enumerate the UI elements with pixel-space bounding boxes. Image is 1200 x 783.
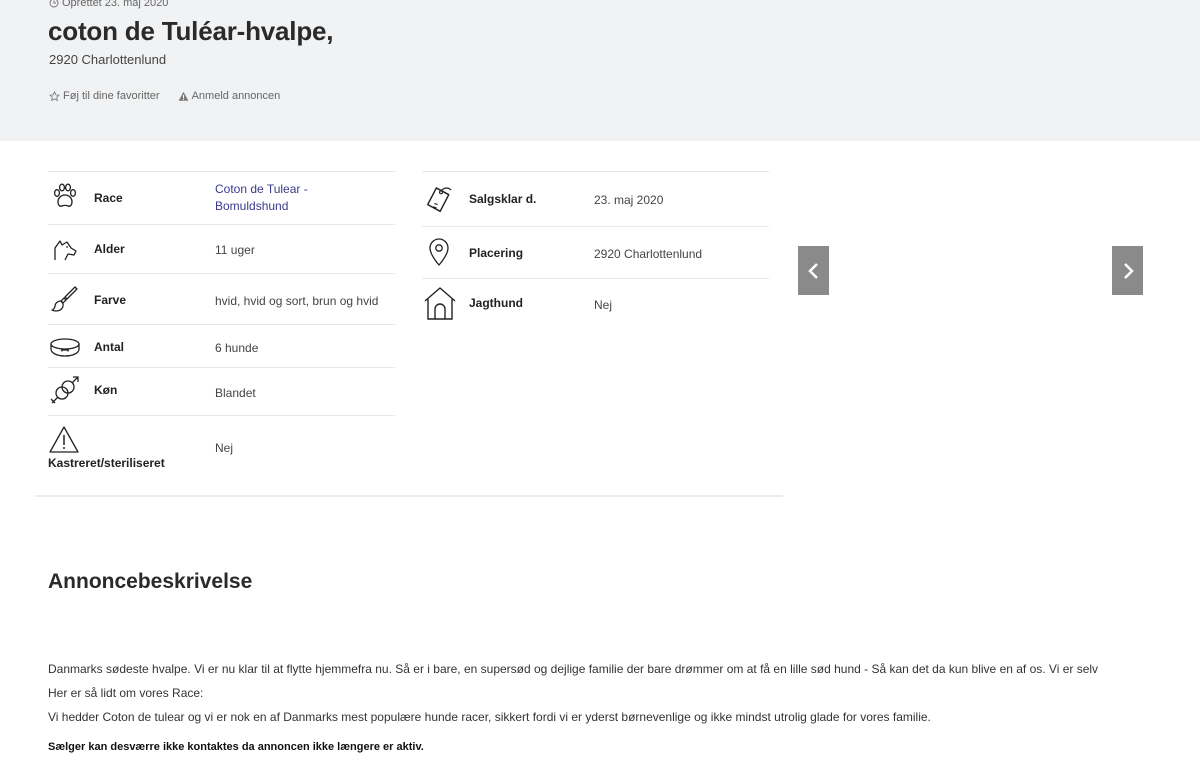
add-favorite-button[interactable]: Føj til dine favoritter — [49, 90, 160, 102]
attribute-value: Nej — [215, 441, 234, 455]
doghouse-icon — [424, 287, 456, 320]
report-ad-label: Anmeld annoncen — [191, 90, 281, 102]
attribute-value-race-link[interactable]: Coton de Tulear - Bomuldshund — [215, 181, 325, 215]
attribute-row-count: Antal 6 hunde — [48, 324, 395, 367]
gender-icon — [50, 376, 79, 404]
description-line: Vi hedder Coton de tulear og vi er nok e… — [48, 710, 931, 724]
attribute-value: Blandet — [215, 386, 256, 400]
attribute-row-gender: Køn Blandet — [48, 367, 395, 415]
section-divider — [35, 495, 783, 497]
location-pin-icon — [429, 238, 449, 266]
dog-tag-icon — [427, 187, 452, 213]
attribute-value: Nej — [594, 298, 613, 312]
attribute-label: Antal — [94, 340, 124, 354]
attribute-row-location: Placering 2920 Charlottenlund — [422, 226, 769, 278]
warning-small-icon — [178, 91, 188, 101]
attribute-label: Race — [94, 191, 123, 205]
page-title: coton de Tuléar-hvalpe, — [48, 16, 334, 46]
ad-header: Oprettet 23. maj 2020 coton de Tuléar-hv… — [0, 0, 1200, 141]
created-date: Oprettet 23. maj 2020 — [49, 0, 168, 9]
gallery-next-button[interactable] — [1112, 246, 1143, 295]
attribute-row-color: Farve hvid, hvid og sort, brun og hvid — [48, 273, 395, 324]
attributes-right: Salgsklar d. 23. maj 2020 Placering 2920… — [422, 171, 769, 326]
attribute-row-neutered: Kastreret/steriliseret Nej — [48, 415, 395, 473]
attributes-left: Race Coton de Tulear - Bomuldshund Alder… — [48, 171, 395, 473]
attribute-row-hunting-dog: Jagthund Nej — [422, 278, 769, 326]
brush-icon — [51, 286, 78, 312]
attribute-label: Placering — [469, 246, 524, 260]
attribute-value: 6 hunde — [215, 341, 259, 355]
attribute-label: Alder — [94, 242, 125, 256]
attribute-row-ready-date: Salgsklar d. 23. maj 2020 — [422, 171, 769, 226]
attribute-row-race: Race Coton de Tulear - Bomuldshund — [48, 171, 395, 224]
attribute-value: 2920 Charlottenlund — [594, 247, 703, 261]
description-line: Her er så lidt om vores Race: — [48, 686, 204, 700]
bowl-icon — [50, 338, 80, 357]
add-favorite-label: Føj til dine favoritter — [63, 90, 160, 102]
attribute-label: Jagthund — [469, 296, 523, 310]
ad-actions: Føj til dine favoritter Anmeld annoncen — [49, 90, 280, 102]
inactive-ad-notice: Sælger kan desværre ikke kontaktes da an… — [48, 741, 424, 753]
dog-head-icon — [54, 240, 77, 261]
attribute-row-age: Alder 11 uger — [48, 224, 395, 273]
description-line: Danmarks sødeste hvalpe. Vi er nu klar t… — [48, 662, 1099, 676]
chevron-left-icon — [807, 262, 818, 279]
report-ad-button[interactable]: Anmeld annoncen — [178, 90, 281, 102]
created-date-text: Oprettet 23. maj 2020 — [62, 0, 169, 9]
warning-icon — [49, 426, 79, 453]
attribute-label: Kastreret/steriliseret — [48, 456, 165, 470]
attribute-label: Køn — [94, 383, 118, 397]
star-icon — [49, 90, 60, 101]
attribute-value: 23. maj 2020 — [594, 193, 664, 207]
paw-icon — [53, 183, 77, 207]
chevron-right-icon — [1123, 262, 1134, 279]
ad-location: 2920 Charlottenlund — [49, 52, 167, 67]
attribute-value: hvid, hvid og sort, brun og hvid — [215, 294, 379, 308]
description-title: Annoncebeskrivelse — [48, 570, 253, 593]
clock-icon — [49, 0, 59, 8]
attribute-value: 11 uger — [215, 243, 255, 257]
attribute-label: Salgsklar d. — [469, 192, 537, 206]
gallery-prev-button[interactable] — [798, 246, 829, 295]
attribute-label: Farve — [94, 293, 127, 307]
